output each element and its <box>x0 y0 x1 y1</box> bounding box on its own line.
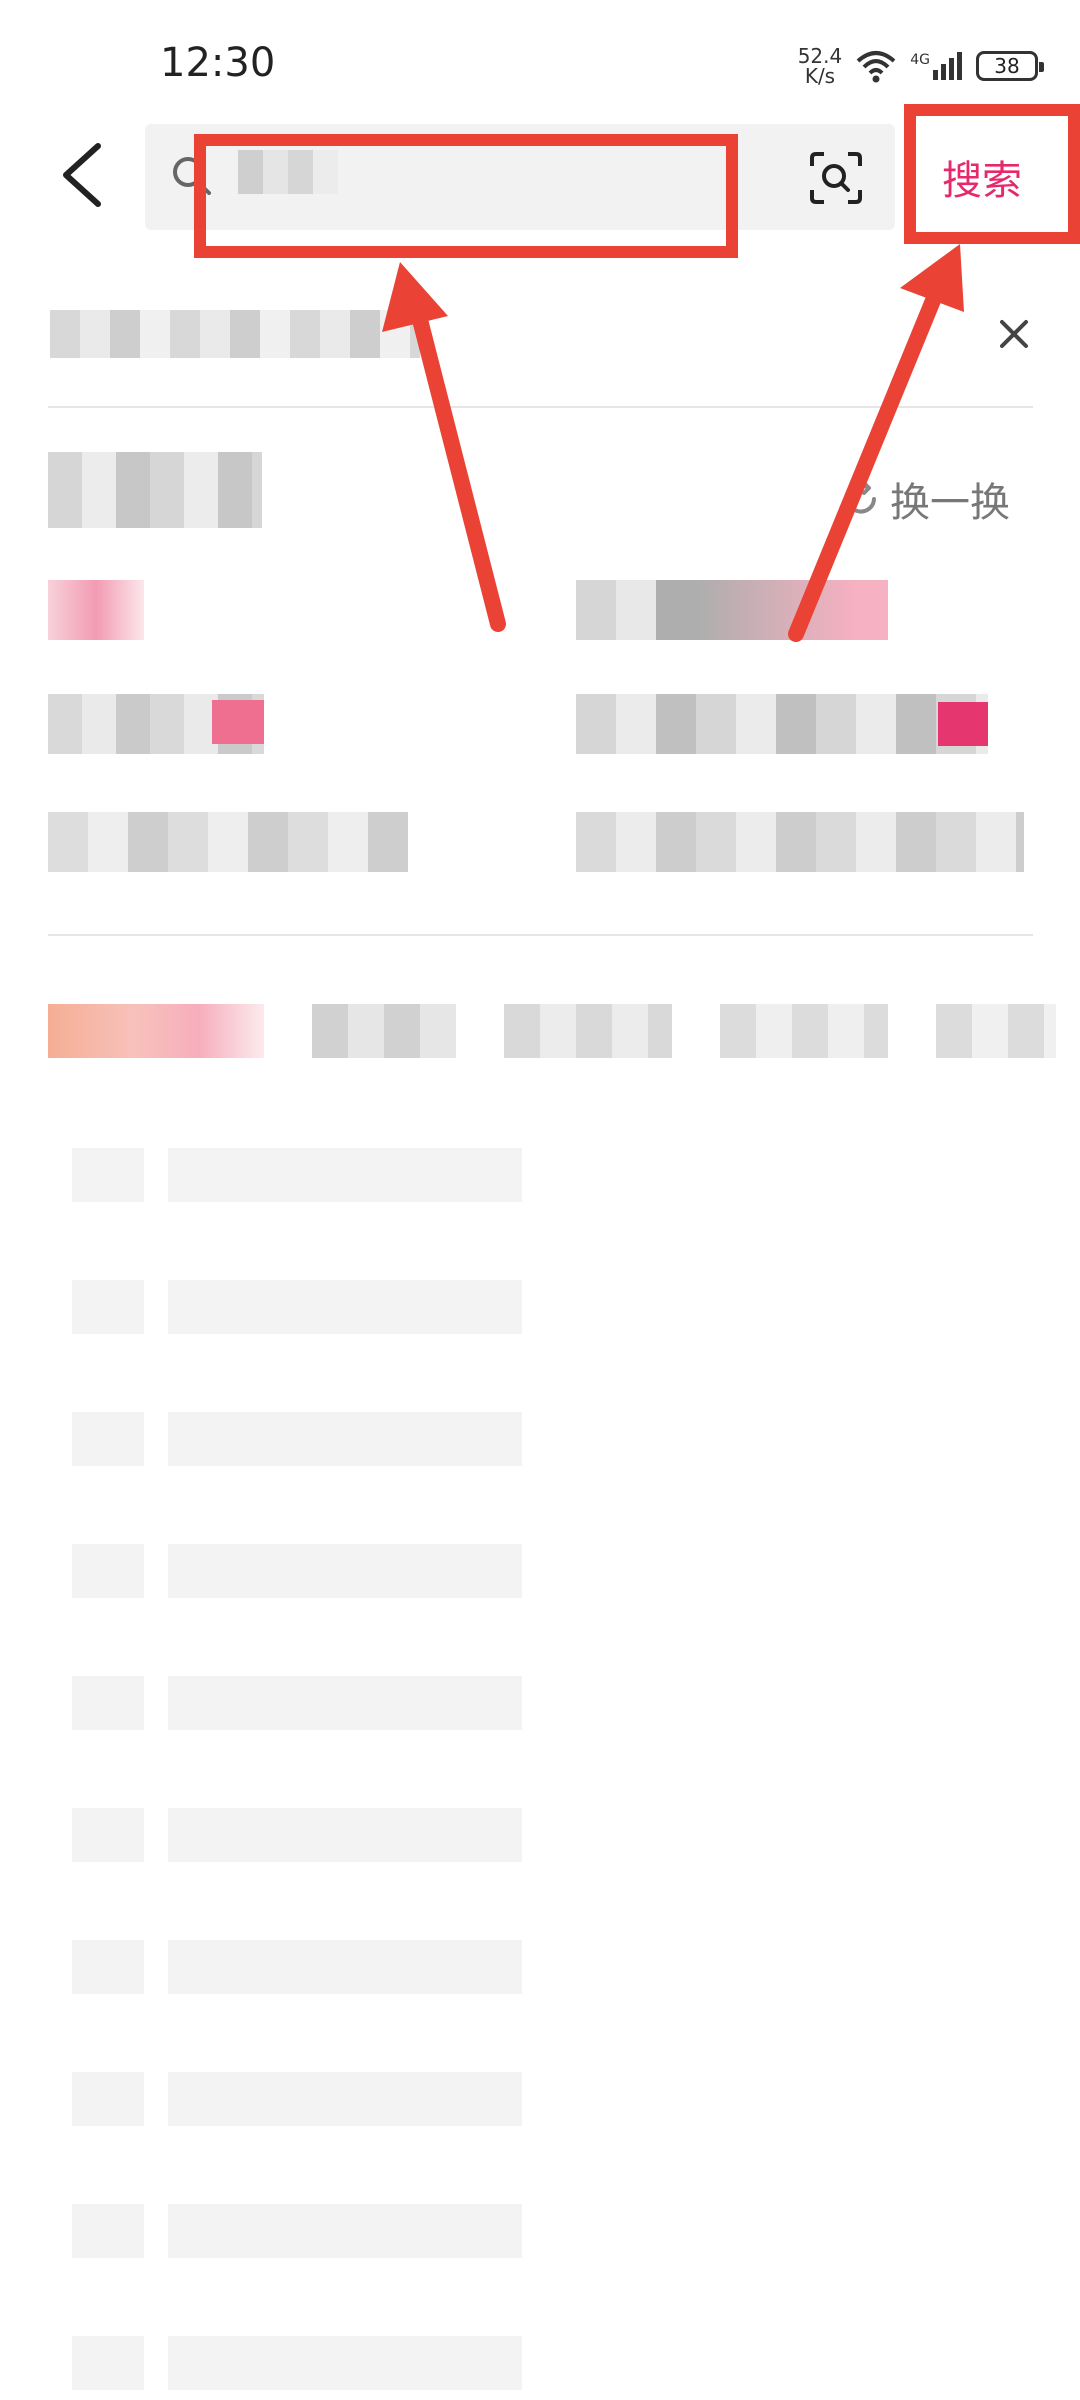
skeleton-thumb <box>72 1412 144 1466</box>
skeleton-thumb <box>72 2204 144 2258</box>
skeleton-text <box>168 1676 522 1730</box>
skeleton-thumb <box>72 2072 144 2126</box>
skeleton-text <box>168 1280 522 1334</box>
annotation-arrows <box>382 244 964 642</box>
skeleton-thumb <box>72 1808 144 1862</box>
skeleton-text <box>168 1808 522 1862</box>
skeleton-text <box>168 2336 522 2390</box>
skeleton-thumb <box>72 1940 144 1994</box>
category-tab-blurred[interactable] <box>936 1004 1056 1058</box>
skeleton-text <box>168 2204 522 2258</box>
skeleton-thumb <box>72 1148 144 1202</box>
category-tab-blurred[interactable] <box>720 1004 888 1058</box>
skeleton-thumb <box>72 2336 144 2390</box>
skeleton-text <box>168 1940 522 1994</box>
category-tab-blurred[interactable] <box>312 1004 456 1058</box>
skeleton-text <box>168 2072 522 2126</box>
skeleton-text <box>168 1148 522 1202</box>
skeleton-thumb <box>72 1544 144 1598</box>
skeleton-text <box>168 1544 522 1598</box>
annotation-arrowhead <box>382 262 448 332</box>
skeleton-thumb <box>72 1280 144 1334</box>
skeleton-thumb <box>72 1676 144 1730</box>
category-tab-blurred[interactable] <box>48 1004 264 1058</box>
skeleton-text <box>168 1412 522 1466</box>
category-tab-blurred[interactable] <box>504 1004 672 1058</box>
